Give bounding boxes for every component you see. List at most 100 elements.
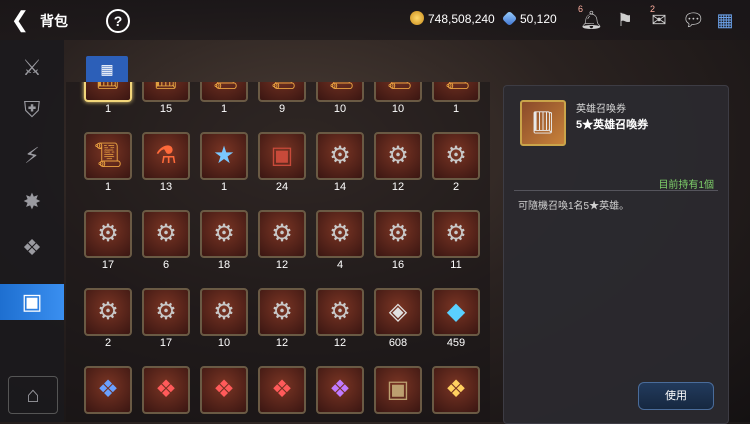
sidebar-burst-icon[interactable]: ✸	[14, 184, 50, 220]
item-description: 可隨機召喚1名5★英雄。	[518, 201, 630, 212]
crystal-amount: 50,120	[520, 12, 557, 26]
inventory-item[interactable]: ⚙	[374, 132, 422, 180]
item-count: 12	[333, 337, 347, 349]
inventory-item[interactable]: 📜︎	[316, 82, 364, 102]
help-button[interactable]: ?	[106, 9, 130, 33]
inventory-item[interactable]: ⚙	[316, 288, 364, 336]
inventory-item[interactable]: ⚗	[142, 132, 190, 180]
inventory-item[interactable]: ⚙	[84, 210, 132, 258]
item-count: 9	[278, 103, 286, 115]
gear-chest-icon: ⚙	[329, 298, 351, 325]
item-count: 1	[220, 181, 228, 193]
gear-chest-icon: ⚙	[213, 298, 235, 325]
menu-grid-icon[interactable]: ▦	[714, 9, 736, 31]
mail-badge: 2	[650, 4, 656, 14]
gear-chest-icon: ⚙	[445, 220, 467, 247]
gear-chest-icon: ⚙	[387, 142, 409, 169]
star-wand-icon: ★	[213, 142, 235, 169]
inventory-item[interactable]: 📜︎	[432, 82, 480, 102]
scroll-arrow-icon: 📜︎	[260, 82, 304, 100]
inventory-item[interactable]: ❖	[258, 366, 306, 414]
blue-gift-icon: ❖	[97, 376, 119, 403]
item-count: 17	[159, 337, 173, 349]
gear-chest-icon: ⚙	[271, 298, 293, 325]
inventory-item[interactable]: ◆	[432, 288, 480, 336]
gear-chest-icon: ⚙	[155, 298, 177, 325]
scroll-arrow-icon: 📜︎	[92, 142, 124, 169]
inventory-item[interactable]: ❖	[142, 366, 190, 414]
bell-icon[interactable]: 🔔︎	[580, 9, 603, 31]
hero-book-icon: 📕︎	[520, 100, 566, 146]
inventory-item[interactable]: ⚙	[142, 210, 190, 258]
gold-coin-icon	[410, 11, 424, 25]
inventory-item[interactable]: ⚙	[84, 288, 132, 336]
inventory-item[interactable]: 📕︎	[142, 82, 190, 102]
gear-chest-icon: ⚙	[445, 142, 467, 169]
inventory-item[interactable]: 📕︎	[84, 82, 132, 102]
sidebar-armor-icon[interactable]: ⛨	[14, 92, 50, 128]
crystal-chest-icon: ◆	[446, 298, 466, 325]
gear-chest-icon: ⚙	[329, 142, 351, 169]
inventory-item[interactable]: ★	[200, 132, 248, 180]
inventory-item[interactable]: ⚙	[258, 210, 306, 258]
inventory-item[interactable]: ⚙	[316, 132, 364, 180]
inventory-item[interactable]: ▣	[258, 132, 306, 180]
red-chest-icon: ▣	[270, 142, 294, 169]
item-count: 1	[104, 103, 112, 115]
item-count: 11	[450, 259, 462, 271]
item-count: 2	[104, 337, 112, 349]
inventory-item[interactable]: ❖	[316, 366, 364, 414]
use-button[interactable]: 使用	[638, 382, 714, 410]
divider	[514, 190, 718, 191]
back-arrow-icon[interactable]: ❮	[8, 8, 32, 32]
sidebar-chest-icon[interactable]: ▣	[0, 284, 64, 320]
red-gift-icon: ❖	[155, 376, 177, 403]
inventory-item[interactable]: 📜︎	[258, 82, 306, 102]
item-count: 13	[159, 181, 173, 193]
sidebar-material-icon[interactable]: ❖	[14, 230, 50, 266]
guild-icon[interactable]: ⚑	[614, 9, 636, 31]
item-count: 16	[391, 259, 405, 271]
inventory-item[interactable]: ❖	[84, 366, 132, 414]
item-count: 6	[162, 259, 170, 271]
sidebar-weapon-icon[interactable]: ⚔	[14, 50, 50, 86]
top-bar: ❮ 背包 ? 748,508,240 50,120 🔔︎ 6 ⚑ ✉ 2 💬︎ …	[0, 0, 750, 40]
grid-view-tab[interactable]: ▦	[86, 56, 128, 82]
sidebar-lightning-icon[interactable]: ⚡︎	[14, 138, 50, 174]
page-title: 背包	[40, 13, 68, 29]
gear-chest-icon: ⚙	[155, 220, 177, 247]
inventory-item[interactable]: ⚙	[200, 210, 248, 258]
item-count: 1	[220, 103, 228, 115]
inventory-item[interactable]: 📜︎	[84, 132, 132, 180]
inventory-item[interactable]: 📜︎	[200, 82, 248, 102]
gold-gift-icon: ❖	[445, 376, 467, 403]
item-count: 459	[446, 337, 466, 349]
inventory-item[interactable]: ⚙	[432, 132, 480, 180]
inventory-item[interactable]: ❖	[200, 366, 248, 414]
item-count: 608	[388, 337, 408, 349]
chat-icon[interactable]: 💬︎	[682, 9, 705, 31]
owned-count: 目前持有1個	[658, 180, 714, 191]
inventory-item[interactable]: ⚙	[258, 288, 306, 336]
item-subtitle: 5★英雄召喚券	[576, 119, 649, 131]
item-count: 14	[333, 181, 347, 193]
category-sidebar: ⚔ ⛨ ⚡︎ ✸ ❖ ▣ ⌂	[0, 40, 64, 422]
inventory-item[interactable]: ⚙	[200, 288, 248, 336]
inventory-item[interactable]: ⚙	[432, 210, 480, 258]
item-count: 10	[391, 103, 405, 115]
inventory-item[interactable]: ⚙	[374, 210, 422, 258]
item-count: 10	[217, 337, 231, 349]
item-count: 4	[336, 259, 344, 271]
inventory-item[interactable]: ◈	[374, 288, 422, 336]
inventory-item[interactable]: ⚙	[316, 210, 364, 258]
inventory-item[interactable]: ▣	[374, 366, 422, 414]
item-count: 12	[275, 259, 289, 271]
purple-gift-icon: ❖	[329, 376, 351, 403]
inventory-item[interactable]: ⚙	[142, 288, 190, 336]
gold-amount: 748,508,240	[428, 12, 495, 26]
inventory-item[interactable]: 📜︎	[374, 82, 422, 102]
sidebar-storage-icon[interactable]: ⌂	[8, 376, 58, 414]
bell-badge: 6	[578, 4, 584, 14]
item-count: 17	[101, 259, 115, 271]
inventory-item[interactable]: ❖	[432, 366, 480, 414]
